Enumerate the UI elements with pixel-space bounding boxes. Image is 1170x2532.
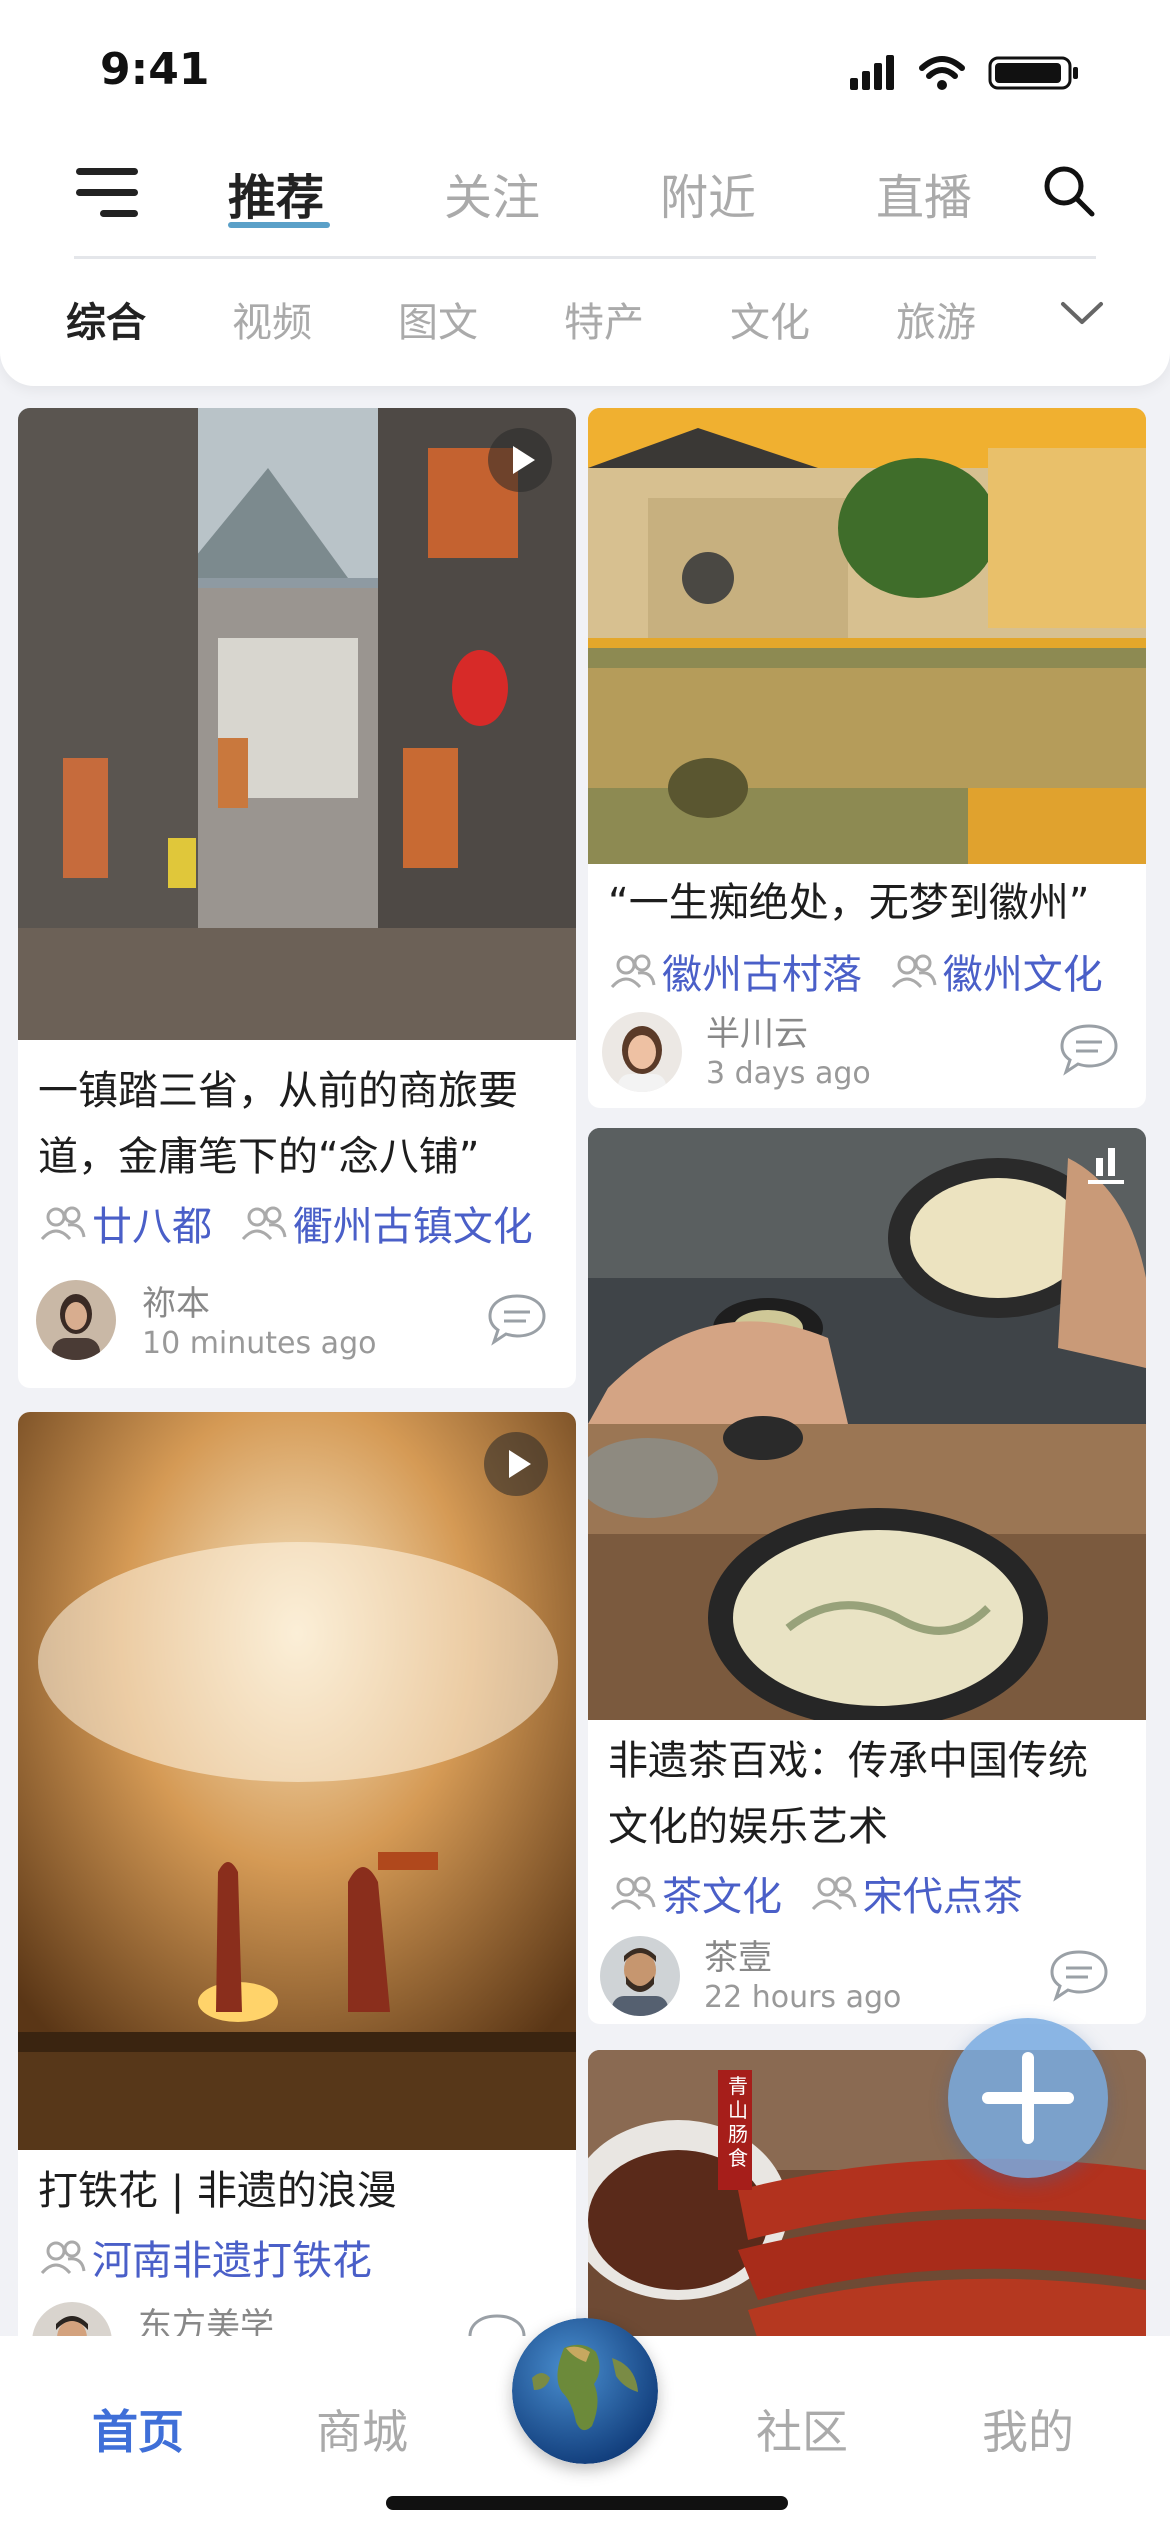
card-image-iron-flower xyxy=(18,1412,576,2150)
globe-button[interactable] xyxy=(512,2318,658,2464)
topic-tag[interactable]: 宋代点茶 xyxy=(809,1864,1023,1922)
card-image-old-town xyxy=(18,408,576,1040)
author-name[interactable]: 祢本 xyxy=(142,1276,210,1325)
nav-home[interactable]: 首页 xyxy=(92,2396,184,2462)
topic-tag[interactable]: 徽州古村落 xyxy=(608,942,862,1000)
tab-live[interactable]: 直播 xyxy=(876,158,972,228)
feed-card[interactable]: 非遗茶百戏：传承中国传统 文化的娱乐艺术 茶文化 宋代点茶 茶壹 22 hour… xyxy=(588,1128,1146,2024)
tab-underline xyxy=(228,222,330,228)
group-icon xyxy=(610,1876,656,1911)
chart-icon xyxy=(1088,1148,1124,1184)
tag-row: 廿八都 衢州古镇文化 xyxy=(38,1194,566,1250)
post-time: 10 minutes ago xyxy=(142,1326,377,1361)
battery-icon xyxy=(988,56,1078,90)
topic-tag[interactable]: 河南非遗打铁花 xyxy=(38,2228,372,2286)
category-photo-text[interactable]: 图文 xyxy=(398,290,478,348)
menu-icon[interactable] xyxy=(76,168,138,218)
group-icon xyxy=(40,2240,86,2275)
tab-follow[interactable]: 关注 xyxy=(444,158,540,228)
tag-label: 茶文化 xyxy=(662,1874,782,1920)
card-title-line2: 道，金庸笔下的“念八铺” xyxy=(38,1134,480,1180)
avatar[interactable] xyxy=(600,1936,680,2016)
topic-tag[interactable]: 徽州文化 xyxy=(889,942,1103,1000)
seal-text: 青山肠食 xyxy=(728,2074,748,2170)
category-video[interactable]: 视频 xyxy=(232,290,312,348)
feed-card[interactable]: “一生痴绝处，无梦到徽州” 徽州古村落 徽州文化 半川云 3 days ago xyxy=(588,408,1146,1108)
topic-tag[interactable]: 茶文化 xyxy=(608,1864,782,1922)
globe-icon xyxy=(512,2318,658,2464)
tag-label: 河南非遗打铁花 xyxy=(92,2238,372,2284)
plus-icon xyxy=(982,2052,1074,2144)
topic-tag[interactable]: 衢州古镇文化 xyxy=(239,1194,533,1252)
avatar[interactable] xyxy=(602,1012,682,1092)
post-time: 3 days ago xyxy=(706,1056,871,1091)
card-title-line1: 一镇踏三省，从前的商旅要 xyxy=(38,1068,518,1114)
tag-row: 河南非遗打铁花 xyxy=(38,2228,566,2284)
tab-nearby[interactable]: 附近 xyxy=(660,158,756,228)
card-image-tea-art xyxy=(588,1128,1146,1720)
category-travel[interactable]: 旅游 xyxy=(896,290,976,348)
tag-row: 徽州古村落 徽州文化 xyxy=(608,942,1136,998)
feed-card[interactable]: 打铁花 | 非遗的浪漫 河南非遗打铁花 东方美学 xyxy=(18,1412,576,2352)
tag-label: 徽州文化 xyxy=(942,952,1103,998)
feed-card[interactable]: 一镇踏三省，从前的商旅要 道，金庸笔下的“念八铺” 廿八都 衢州古镇文化 祢本 … xyxy=(18,408,576,1388)
card-image-huizhou-village xyxy=(588,408,1146,864)
author-name[interactable]: 茶壹 xyxy=(704,1930,772,1979)
card-title-line1: 非遗茶百戏：传承中国传统 xyxy=(608,1738,1088,1784)
header-divider xyxy=(74,256,1096,259)
play-icon[interactable] xyxy=(488,428,552,492)
signal-icon xyxy=(850,55,894,90)
card-title: “一生痴绝处，无梦到徽州” xyxy=(608,880,1090,926)
comment-icon[interactable] xyxy=(486,1292,548,1346)
wifi-icon xyxy=(919,56,965,79)
post-time: 22 hours ago xyxy=(704,1980,902,2015)
comment-icon[interactable] xyxy=(1048,1948,1110,2002)
comment-icon[interactable] xyxy=(1058,1022,1120,1076)
play-icon[interactable] xyxy=(484,1432,548,1496)
tag-label: 宋代点茶 xyxy=(862,1874,1023,1920)
nav-mall[interactable]: 商城 xyxy=(316,2396,408,2462)
card-title-line2: 文化的娱乐艺术 xyxy=(608,1804,888,1850)
status-time: 9:41 xyxy=(100,44,210,95)
avatar[interactable] xyxy=(36,1280,116,1360)
card-title: 打铁花 | 非遗的浪漫 xyxy=(38,2168,397,2214)
category-culture[interactable]: 文化 xyxy=(730,290,810,348)
group-icon xyxy=(241,1206,287,1241)
topic-tag[interactable]: 廿八都 xyxy=(38,1194,212,1252)
group-icon xyxy=(610,954,656,989)
chevron-down-icon[interactable] xyxy=(1060,300,1104,328)
category-specialty[interactable]: 特产 xyxy=(564,290,644,348)
tag-label: 廿八都 xyxy=(92,1204,212,1250)
nav-community[interactable]: 社区 xyxy=(756,2396,848,2462)
tab-recommend[interactable]: 推荐 xyxy=(228,158,324,228)
nav-profile[interactable]: 我的 xyxy=(982,2396,1074,2462)
tag-row: 茶文化 宋代点茶 xyxy=(608,1864,1136,1920)
group-icon xyxy=(891,954,937,989)
add-post-button[interactable] xyxy=(948,2018,1108,2178)
tag-label: 徽州古村落 xyxy=(662,952,862,998)
group-icon xyxy=(40,1206,86,1241)
category-all[interactable]: 综合 xyxy=(66,290,146,348)
tag-label: 衢州古镇文化 xyxy=(292,1204,533,1250)
status-icons xyxy=(850,55,1078,90)
home-indicator xyxy=(386,2496,788,2510)
search-icon[interactable] xyxy=(1040,162,1100,222)
group-icon xyxy=(811,1876,857,1911)
author-name[interactable]: 半川云 xyxy=(706,1006,808,1055)
